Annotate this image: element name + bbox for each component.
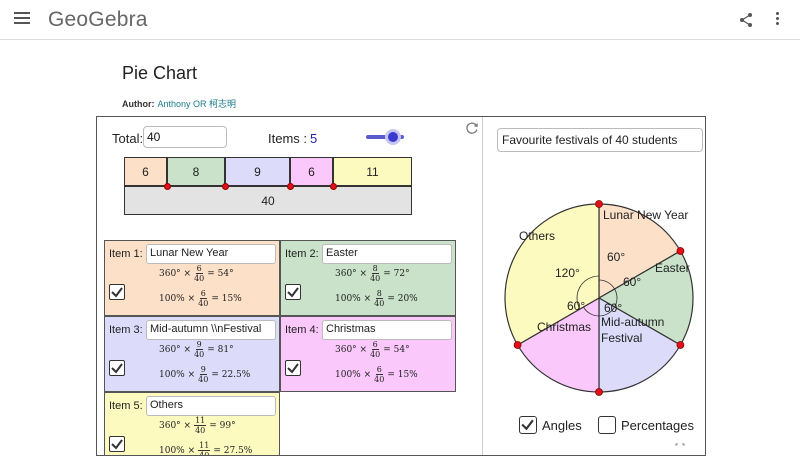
degree-formula: 360° × 6 40 = 54° bbox=[159, 264, 234, 283]
angles-label: Angles bbox=[542, 418, 582, 433]
bar-segment-item-5: 11 bbox=[333, 157, 412, 186]
checkmark-icon bbox=[111, 287, 123, 298]
items-label: Items : bbox=[268, 131, 308, 146]
author-label: Author: bbox=[122, 99, 155, 109]
angle-label: 60° bbox=[607, 250, 625, 264]
item-name-input[interactable]: Easter bbox=[322, 244, 452, 264]
page-title: Pie Chart bbox=[122, 63, 198, 83]
percentage-formula: 100% × 6 40 = 15% bbox=[335, 365, 418, 384]
slice-label: Christmas bbox=[537, 320, 591, 334]
item-card-5: Item 5: Others 360° × 11 40 = 99° 100% × 11 4… bbox=[104, 392, 280, 456]
percentage-formula: 100% × 11 40 = 27.5% bbox=[159, 441, 253, 456]
item-card-2: Item 2: Easter 360° × 8 40 = 72° 100% × 8 40 =… bbox=[280, 240, 456, 316]
item-label: Item 1: bbox=[109, 248, 143, 260]
percentage-formula: 100% × 6 40 = 15% bbox=[159, 289, 242, 308]
bar-divider-handle-2[interactable] bbox=[222, 183, 229, 190]
bar-segment-item-2: 8 bbox=[167, 157, 225, 186]
pie-boundary-handle[interactable] bbox=[513, 341, 522, 349]
pie-boundary-handle[interactable] bbox=[676, 341, 685, 349]
author-link[interactable]: Anthony OR 柯志明 bbox=[158, 99, 237, 109]
fullscreen-icon[interactable] bbox=[675, 443, 685, 453]
degree-formula: 360° × 11 40 = 99° bbox=[159, 416, 236, 435]
geogebra-applet: Total: 40 Items : 5 6 8 9 6 11 40 Item 1… bbox=[96, 116, 706, 456]
angle-label: 60° bbox=[567, 299, 585, 313]
item-checkbox[interactable] bbox=[285, 284, 301, 300]
author-line: Author: Anthony OR 柯志明 bbox=[122, 97, 236, 110]
percentages-label: Percentages bbox=[621, 418, 694, 433]
percentages-checkbox[interactable] bbox=[598, 416, 616, 434]
pie-boundary-handle[interactable] bbox=[676, 247, 685, 255]
items-slider-knob[interactable] bbox=[385, 129, 401, 145]
item-name-input[interactable]: Christmas bbox=[322, 320, 452, 340]
bar-divider-handle-3[interactable] bbox=[287, 183, 294, 190]
slice-label: Mid-autumn bbox=[601, 315, 664, 329]
slice-label: Easter bbox=[655, 261, 690, 275]
angle-label: 120° bbox=[555, 266, 580, 280]
panel-divider bbox=[482, 117, 483, 455]
percentage-formula: 100% × 9 40 = 22.5% bbox=[159, 365, 251, 384]
pie-boundary-handle[interactable] bbox=[595, 200, 603, 208]
item-checkbox[interactable] bbox=[109, 360, 125, 376]
item-checkbox[interactable] bbox=[285, 360, 301, 376]
items-value: 5 bbox=[310, 131, 318, 146]
slice-label: Others bbox=[519, 229, 555, 243]
bar-segment-item-4: 6 bbox=[290, 157, 333, 186]
item-label: Item 2: bbox=[285, 248, 319, 260]
angles-checkbox[interactable] bbox=[519, 416, 537, 434]
slice-label: Festival bbox=[601, 331, 642, 345]
item-label: Item 4: bbox=[285, 324, 319, 336]
share-icon[interactable] bbox=[738, 12, 754, 28]
checkmark-icon bbox=[111, 363, 123, 374]
top-app-bar: GeoGebra bbox=[0, 0, 800, 40]
degree-formula: 360° × 9 40 = 81° bbox=[159, 340, 234, 359]
bar-segment-item-3: 9 bbox=[225, 157, 290, 186]
item-label: Item 3: bbox=[109, 324, 143, 336]
item-name-input[interactable]: Lunar New Year bbox=[146, 244, 276, 264]
bar-segment-item-1: 6 bbox=[124, 157, 167, 186]
checkmark-icon bbox=[287, 363, 299, 374]
reset-icon[interactable] bbox=[465, 121, 479, 135]
angle-label: 60° bbox=[604, 301, 622, 315]
total-label: Total: bbox=[112, 131, 144, 146]
percentage-formula: 100% × 8 40 = 20% bbox=[335, 289, 418, 308]
bar-total: 40 bbox=[124, 186, 412, 215]
total-input[interactable]: 40 bbox=[143, 126, 227, 148]
item-checkbox[interactable] bbox=[109, 284, 125, 300]
item-card-4: Item 4: Christmas 360° × 6 40 = 54° 100% × 6… bbox=[280, 316, 456, 392]
pie-chart: Lunar New Year Easter Mid-autumn Festival Ch… bbox=[504, 200, 694, 396]
slice-label: Lunar New Year bbox=[603, 208, 688, 222]
geogebra-logo[interactable]: GeoGebra bbox=[48, 8, 148, 32]
checkmark-icon bbox=[287, 287, 299, 298]
angle-label: 60° bbox=[623, 275, 641, 289]
item-label: Item 5: bbox=[109, 400, 143, 412]
more-options-icon[interactable] bbox=[774, 12, 780, 28]
checkmark-icon bbox=[521, 419, 534, 431]
item-name-input[interactable]: Mid-autumn \\nFestival bbox=[146, 320, 276, 340]
bar-divider-handle-4[interactable] bbox=[330, 183, 337, 190]
checkmark-icon bbox=[111, 439, 123, 450]
item-card-3: Item 3: Mid-autumn \\nFestival 360° × 9 40… bbox=[104, 316, 280, 392]
item-card-1: Item 1: Lunar New Year 360° × 6 40 = 54° 10… bbox=[104, 240, 280, 316]
pie-boundary-handle[interactable] bbox=[595, 388, 603, 396]
degree-formula: 360° × 6 40 = 54° bbox=[335, 340, 410, 359]
hamburger-menu-icon[interactable] bbox=[14, 12, 30, 26]
chart-title-input[interactable]: Favourite festivals of 40 students bbox=[497, 128, 703, 152]
bar-divider-handle-1[interactable] bbox=[164, 183, 171, 190]
item-name-input[interactable]: Others bbox=[146, 396, 276, 416]
degree-formula: 360° × 8 40 = 72° bbox=[335, 264, 410, 283]
